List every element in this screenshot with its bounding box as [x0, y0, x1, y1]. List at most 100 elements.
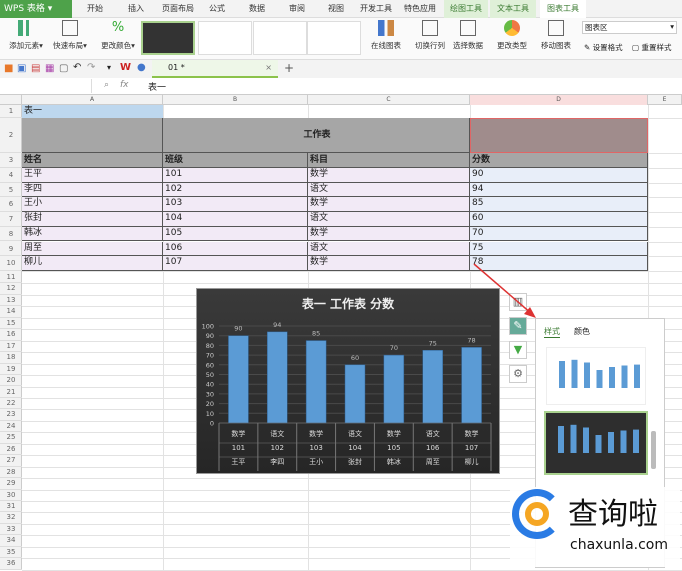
cell[interactable]: 韩冰	[22, 226, 163, 242]
add-element-button[interactable]: 添加元素▾	[4, 20, 48, 51]
menu-tab[interactable]: 数据	[238, 0, 276, 18]
online-chart-button[interactable]: 在线图表	[368, 20, 404, 51]
cell[interactable]: 语文	[308, 212, 470, 227]
cell[interactable]: 柳儿	[22, 256, 163, 271]
fx-icon[interactable]: fx	[120, 80, 129, 90]
cell[interactable]: 工作表	[163, 118, 470, 153]
cell[interactable]: 70	[470, 226, 648, 242]
print-preview-icon[interactable]: ▢	[59, 63, 68, 74]
formula-input[interactable]: 表一	[148, 80, 166, 93]
cell[interactable]: 数学	[308, 226, 470, 242]
row-number[interactable]: 7	[0, 212, 22, 227]
row-number[interactable]: 36	[0, 558, 22, 570]
column-header-a[interactable]: A	[22, 95, 163, 105]
cell[interactable]: 班级	[163, 153, 308, 168]
cloud-icon[interactable]: ●	[137, 62, 146, 73]
select-all[interactable]	[0, 95, 22, 105]
row-number[interactable]: 9	[0, 242, 22, 257]
style-option-light[interactable]	[546, 347, 646, 405]
row-number[interactable]: 21	[0, 387, 22, 398]
cell[interactable]: 90	[470, 168, 648, 183]
cell[interactable]: 张封	[22, 212, 163, 227]
zoom-search-icon[interactable]: ⌕	[104, 80, 109, 90]
row-number[interactable]: 26	[0, 444, 22, 456]
print-icon[interactable]: ▦	[45, 63, 54, 74]
menu-tab[interactable]: 视图	[318, 0, 354, 18]
quick-layout-button[interactable]: 快速布局▾	[50, 20, 90, 51]
cell[interactable]: 107	[163, 256, 308, 271]
row-number[interactable]: 27	[0, 455, 22, 467]
cell[interactable]: 106	[163, 241, 308, 257]
column-header-e[interactable]: E	[648, 95, 682, 105]
cell[interactable]: 数学	[308, 256, 470, 271]
change-type-button[interactable]: 更改类型	[494, 20, 530, 51]
cell[interactable]: 104	[163, 212, 308, 227]
cell[interactable]: 分数	[470, 153, 648, 168]
bar-chart[interactable]: 表一 工作表 分数 0 10 20 30 40 50 60 70 80 90 100 90 数学 101 王平…	[196, 288, 500, 474]
chart-style-thumb-2[interactable]	[198, 21, 252, 55]
row-number[interactable]: 30	[0, 490, 22, 501]
chart-element-select[interactable]: 图表区 ▾	[582, 21, 677, 34]
column-header-c[interactable]: C	[308, 95, 470, 105]
set-format-button[interactable]: ✎ 设置格式	[584, 42, 623, 53]
tab-color[interactable]: 颜色	[574, 326, 590, 337]
cell[interactable]: 李四	[22, 182, 163, 198]
row-number[interactable]: 13	[0, 295, 22, 307]
cell[interactable]: 王平	[22, 168, 163, 183]
cell[interactable]: 表一	[22, 105, 163, 118]
cell[interactable]: 语文	[308, 241, 470, 257]
menu-tab[interactable]: 插入	[118, 0, 154, 18]
cell[interactable]	[470, 118, 648, 153]
chart-filter-icon[interactable]: ▼	[509, 341, 527, 359]
panel-scrollbar[interactable]	[651, 431, 656, 469]
wps-icon[interactable]: W	[120, 62, 131, 73]
redo-icon[interactable]: ↷	[87, 62, 95, 73]
row-number[interactable]: 14	[0, 306, 22, 318]
cell[interactable]: 85	[470, 197, 648, 213]
menu-tab[interactable]: 审阅	[278, 0, 316, 18]
chart-style-thumb-4[interactable]	[307, 21, 361, 55]
row-number[interactable]: 31	[0, 501, 22, 513]
dropdown-icon[interactable]: ▾	[107, 63, 111, 72]
menu-tab[interactable]: 绘图工具	[444, 0, 488, 18]
cell[interactable]: 姓名	[22, 153, 163, 168]
row-number[interactable]: 16	[0, 329, 22, 341]
column-header-d[interactable]: D	[470, 95, 648, 105]
column-header-b[interactable]: B	[163, 95, 308, 105]
row-number[interactable]: 29	[0, 478, 22, 490]
row-number[interactable]: 23	[0, 409, 22, 421]
cell[interactable]: 101	[163, 168, 308, 183]
row-number[interactable]: 35	[0, 547, 22, 559]
row-number[interactable]: 24	[0, 421, 22, 433]
export-pdf-icon[interactable]: ▤	[31, 63, 40, 74]
cell[interactable]: 语文	[308, 182, 470, 198]
row-number[interactable]: 6	[0, 197, 22, 213]
cell[interactable]: 周至	[22, 241, 163, 257]
row-number[interactable]: 3	[0, 153, 22, 168]
style-option-dark-selected[interactable]	[544, 411, 648, 475]
document-tab[interactable]: 01 * ×	[152, 60, 278, 78]
row-number[interactable]: 19	[0, 364, 22, 376]
cell[interactable]: 数学	[308, 168, 470, 183]
row-number[interactable]: 10	[0, 256, 22, 271]
row-number[interactable]: 4	[0, 168, 22, 183]
open-icon[interactable]: ■	[4, 63, 13, 74]
undo-icon[interactable]: ↶	[73, 62, 81, 73]
row-number[interactable]: 17	[0, 341, 22, 353]
row-number[interactable]: 34	[0, 535, 22, 547]
cell[interactable]	[22, 118, 163, 153]
cell[interactable]: 科目	[308, 153, 470, 168]
name-box[interactable]	[0, 79, 92, 93]
cell[interactable]: 105	[163, 226, 308, 242]
change-color-button[interactable]: % 更改颜色▾	[96, 20, 140, 51]
menu-tab[interactable]: 开始	[76, 0, 114, 18]
app-menu-button[interactable]: WPS 表格 ▾	[0, 0, 72, 18]
select-data-button[interactable]: 选择数据	[450, 20, 486, 51]
row-number[interactable]: 15	[0, 318, 22, 330]
cell[interactable]: 102	[163, 182, 308, 198]
row-number[interactable]: 22	[0, 398, 22, 410]
menu-tab[interactable]: 图表工具	[540, 0, 586, 18]
chart-style-thumb-3[interactable]	[253, 21, 307, 55]
menu-tab[interactable]: 页面布局	[156, 0, 200, 18]
row-number[interactable]: 5	[0, 183, 22, 198]
